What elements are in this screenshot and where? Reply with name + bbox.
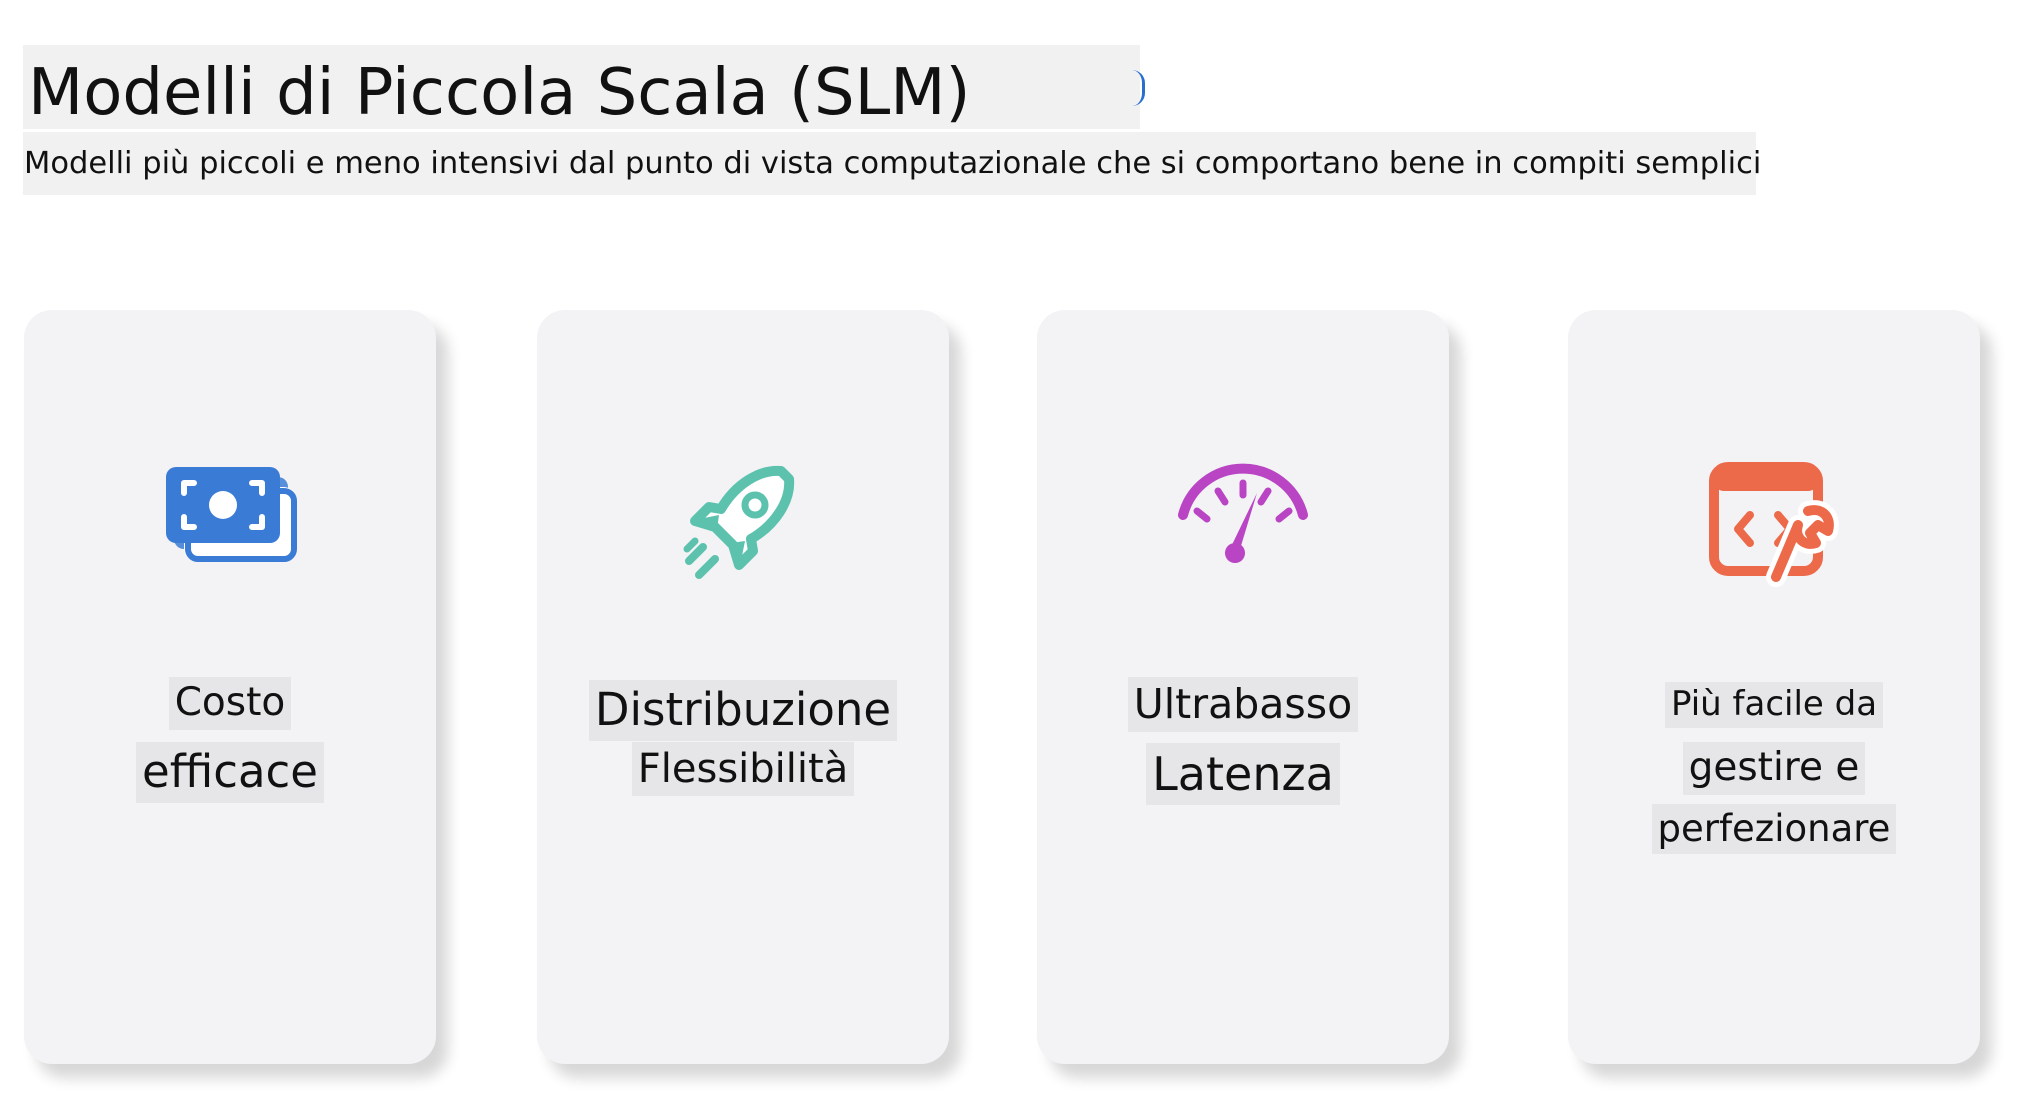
- page-subtitle: Modelli più piccoli e meno intensivi dal…: [24, 146, 1762, 181]
- card-label-line: Distribuzione: [537, 680, 949, 741]
- page-title: Modelli di Piccola Scala (SLM): [28, 56, 971, 130]
- card-easier-management: Più facile da gestire e perfezionare: [1568, 310, 1980, 1064]
- code-wrench-icon: [1704, 455, 1844, 595]
- card-ultra-low-latency: Ultrabasso Latenza: [1037, 310, 1449, 1064]
- card-label-line: gestire e: [1568, 742, 1980, 795]
- rocket-icon: [673, 455, 813, 595]
- card-cost-effective: Costo efficace: [24, 310, 436, 1064]
- card-label-line: Latenza: [1037, 743, 1449, 806]
- speedometer-icon: [1173, 455, 1313, 595]
- card-label-line: Costo: [24, 677, 436, 730]
- card-label-line: efficace: [24, 742, 436, 803]
- card-label-line: Ultrabasso: [1037, 677, 1449, 733]
- cursor-mark: [1132, 70, 1145, 106]
- money-icon: [160, 455, 300, 595]
- card-flexible-deployment: Distribuzione Flessibilità: [537, 310, 949, 1064]
- card-label-line: Più facile da: [1568, 682, 1980, 728]
- card-label-line: Flessibilità: [537, 742, 949, 796]
- card-label-line: perfezionare: [1568, 804, 1980, 854]
